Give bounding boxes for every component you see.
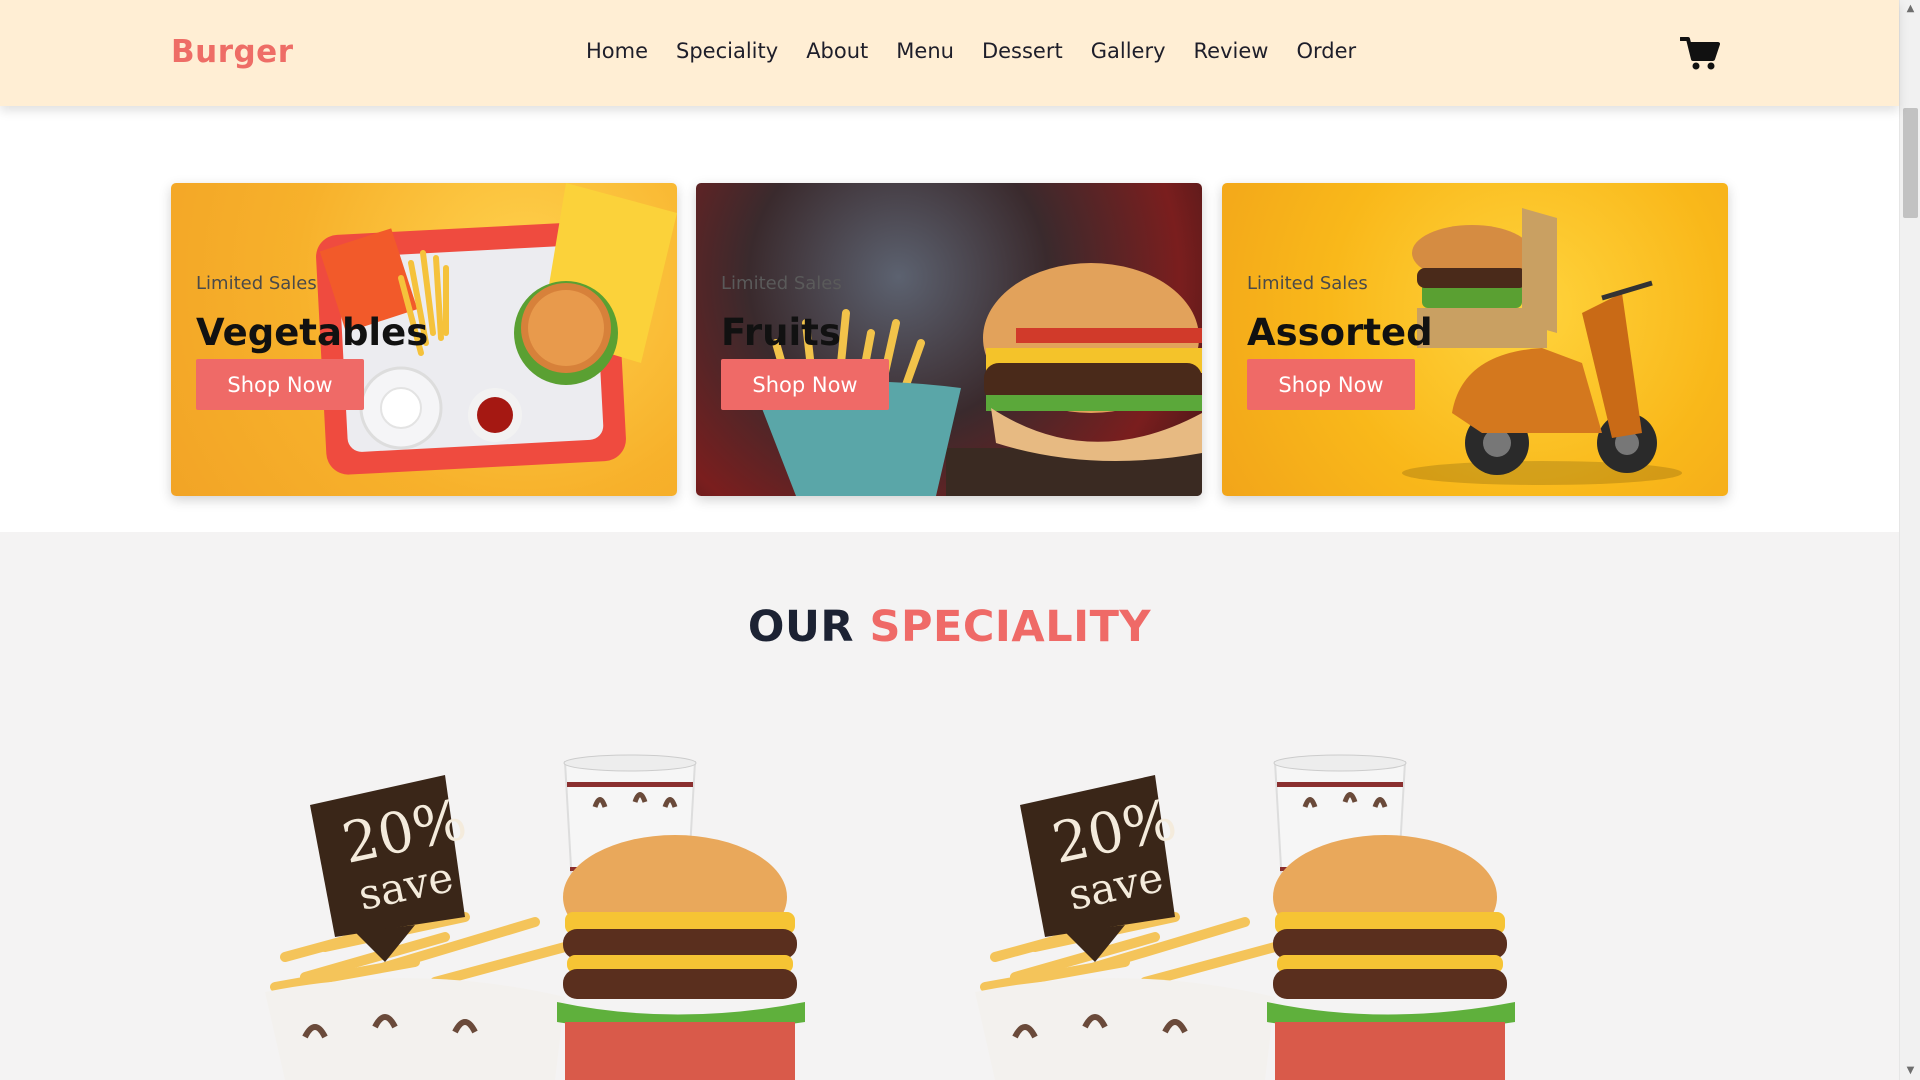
speciality-combo-2[interactable]: 20% save bbox=[975, 747, 1615, 1080]
burger-combo-image: 20% save bbox=[265, 754, 805, 1080]
nav-review[interactable]: Review bbox=[1194, 39, 1269, 63]
nav-about[interactable]: About bbox=[806, 39, 868, 63]
burger-combo-image: 20% save bbox=[975, 754, 1515, 1080]
speciality-section: OUR SPECIALITY 20% save 20% save bbox=[0, 532, 1899, 1080]
nav-speciality[interactable]: Speciality bbox=[676, 39, 778, 63]
shop-now-button[interactable]: Shop Now bbox=[1247, 359, 1415, 410]
banner-subtitle: Limited Sales bbox=[1247, 273, 1368, 294]
banner-card-assorted: Limited Sales Assorted Shop Now bbox=[1222, 183, 1728, 496]
main-nav: Home Speciality About Menu Dessert Galle… bbox=[586, 39, 1356, 63]
banner-title: Vegetables bbox=[196, 311, 429, 354]
cart-icon[interactable] bbox=[1679, 36, 1720, 72]
nav-dessert[interactable]: Dessert bbox=[982, 39, 1063, 63]
shop-now-button[interactable]: Shop Now bbox=[196, 359, 364, 410]
banner-subtitle: Limited Sales bbox=[196, 273, 317, 294]
scroll-down-icon[interactable]: ▼ bbox=[1905, 1066, 1916, 1076]
banner-section: Limited Sales Vegetables Shop Now Limite… bbox=[0, 106, 1899, 532]
scroll-up-icon[interactable]: ▲ bbox=[1905, 4, 1916, 14]
shop-now-button[interactable]: Shop Now bbox=[721, 359, 889, 410]
title-word-speciality: SPECIALITY bbox=[869, 602, 1152, 652]
nav-home[interactable]: Home bbox=[586, 39, 648, 63]
nav-menu[interactable]: Menu bbox=[896, 39, 954, 63]
nav-order[interactable]: Order bbox=[1296, 39, 1356, 63]
banner-card-fruits: Limited Sales Fruits Shop Now bbox=[696, 183, 1202, 496]
banner-title: Fruits bbox=[721, 311, 841, 354]
page-scrollbar[interactable]: ▲ ▼ bbox=[1899, 0, 1920, 1080]
title-word-our: OUR bbox=[747, 602, 855, 652]
scroll-thumb[interactable] bbox=[1903, 108, 1918, 218]
site-logo[interactable]: Burger bbox=[171, 34, 294, 70]
nav-gallery[interactable]: Gallery bbox=[1091, 39, 1166, 63]
speciality-combo-1[interactable]: 20% save bbox=[265, 747, 905, 1080]
banner-title: Assorted bbox=[1247, 311, 1433, 354]
section-title: OUR SPECIALITY bbox=[0, 602, 1899, 652]
banner-card-vegetables: Limited Sales Vegetables Shop Now bbox=[171, 183, 677, 496]
site-header: Burger Home Speciality About Menu Desser… bbox=[0, 0, 1899, 106]
banner-subtitle: Limited Sales bbox=[721, 273, 842, 294]
